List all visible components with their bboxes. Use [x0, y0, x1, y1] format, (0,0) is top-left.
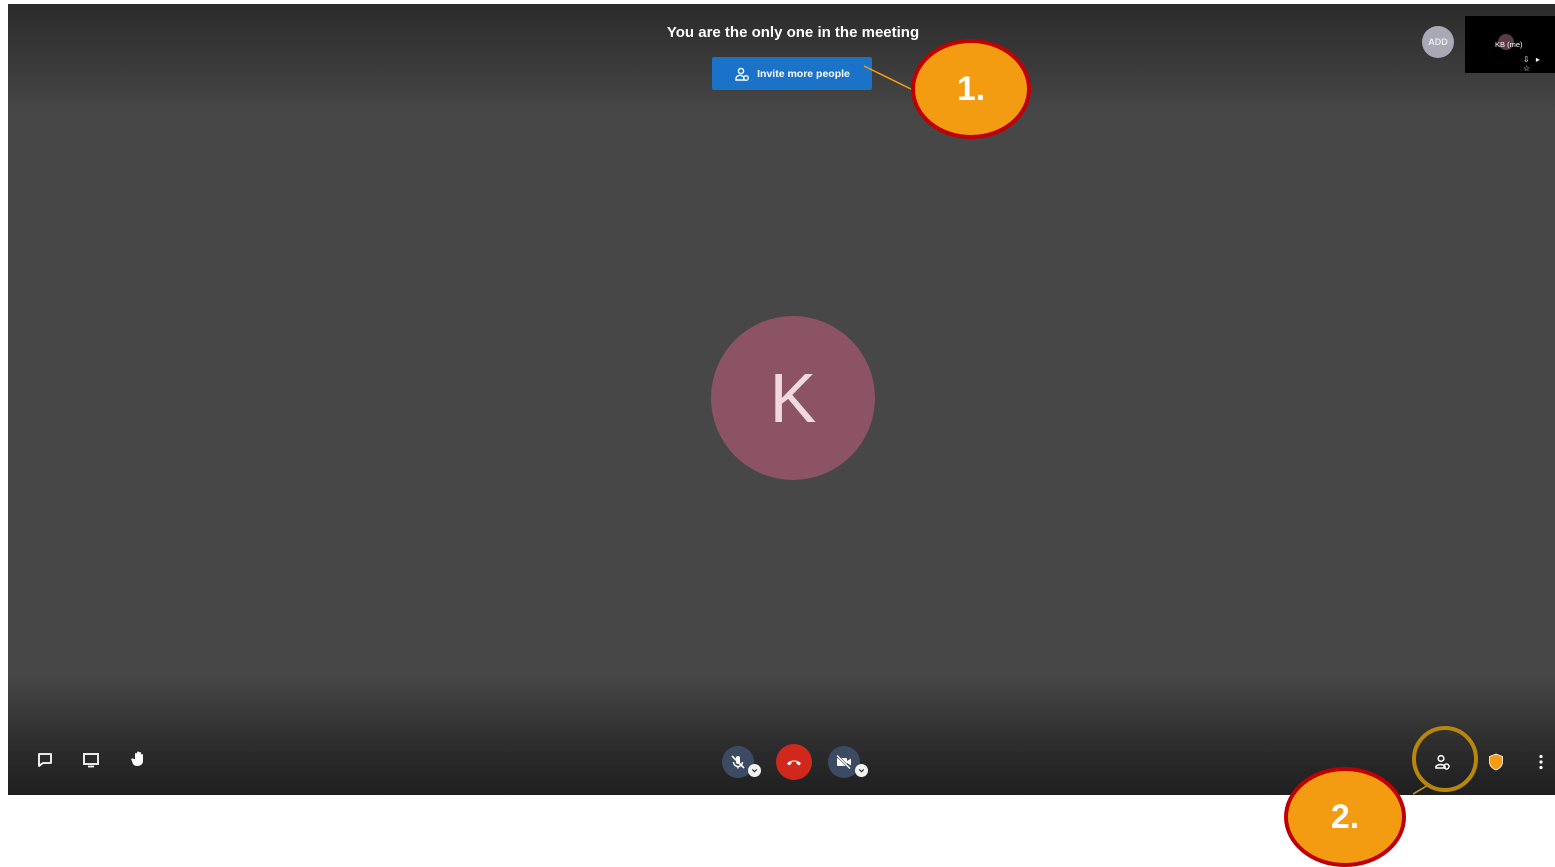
mute-microphone-icon: [731, 755, 745, 769]
meeting-notice: You are the only one in the meeting: [666, 24, 920, 41]
hang-up-icon: [787, 760, 801, 766]
more-options-icon[interactable]: [1531, 752, 1551, 772]
invite-more-people-button[interactable]: Invite more people: [712, 57, 872, 90]
participant-avatar: K: [711, 316, 875, 480]
add-person-icon: [735, 67, 750, 81]
self-view-name: KB (me): [1495, 40, 1523, 49]
meeting-stage: You are the only one in the meeting Invi…: [8, 4, 1555, 795]
screen-share-icon[interactable]: [81, 750, 101, 770]
chevron-down-icon: [858, 768, 865, 773]
camera-options-caret[interactable]: [855, 764, 868, 777]
callout-1: 1.: [911, 39, 1031, 139]
self-view-tile[interactable]: KB (me) ⇩ ▸ ☆: [1465, 16, 1555, 73]
raise-hand-icon[interactable]: [129, 749, 149, 769]
participant-avatar-small[interactable]: ADD: [1422, 26, 1454, 58]
callout-2: 2.: [1284, 767, 1406, 867]
camera-off-icon: [836, 754, 851, 770]
self-view-status-icons: ⇩ ▸ ☆: [1523, 55, 1542, 73]
hang-up-button[interactable]: [776, 744, 812, 780]
invite-button-label: Invite more people: [757, 67, 850, 80]
callout-1-label: 1.: [956, 69, 986, 108]
chevron-down-icon: [751, 768, 758, 773]
microphone-options-caret[interactable]: [748, 764, 761, 777]
security-shield-icon[interactable]: [1486, 752, 1506, 772]
chat-icon[interactable]: [35, 750, 55, 770]
invite-people-icon[interactable]: [1432, 752, 1452, 772]
callout-2-label: 2.: [1330, 797, 1360, 836]
